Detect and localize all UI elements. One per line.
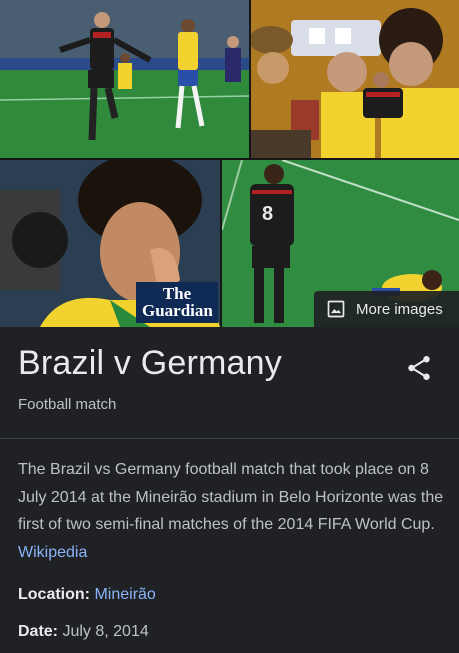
share-icon xyxy=(408,356,430,380)
fact-location: Location: Mineirão xyxy=(18,586,156,604)
divider xyxy=(0,438,459,439)
description-text: The Brazil vs Germany football match tha… xyxy=(18,461,444,533)
fact-date: Date: July 8, 2014 xyxy=(18,623,149,641)
match-photo-crying-player[interactable]: The Guardian xyxy=(0,160,220,327)
more-images-button[interactable]: More images xyxy=(314,291,459,327)
fact-date-value: July 8, 2014 xyxy=(62,623,149,640)
share-button[interactable] xyxy=(404,353,434,383)
entity-subtitle: Football match xyxy=(18,396,117,413)
wikipedia-link[interactable]: Wikipedia xyxy=(18,544,87,561)
fact-location-label: Location: xyxy=(18,586,90,603)
collage-illustration xyxy=(251,0,459,158)
fact-location-link[interactable]: Mineirão xyxy=(94,586,155,603)
match-photo-celebration[interactable] xyxy=(0,0,249,158)
match-photo-collage[interactable] xyxy=(251,0,459,158)
guardian-watermark: The Guardian xyxy=(136,282,218,323)
image-icon xyxy=(327,300,345,318)
celebration-illustration xyxy=(0,0,249,158)
fact-date-label: Date: xyxy=(18,623,59,640)
more-images-label: More images xyxy=(356,300,443,318)
description: The Brazil vs Germany football match tha… xyxy=(18,456,448,566)
image-gallery: The Guardian 8 More images xyxy=(0,0,459,327)
entity-title: Brazil v Germany xyxy=(18,344,282,382)
svg-text:8: 8 xyxy=(262,203,273,225)
watermark-text: The Guardian xyxy=(142,284,213,320)
